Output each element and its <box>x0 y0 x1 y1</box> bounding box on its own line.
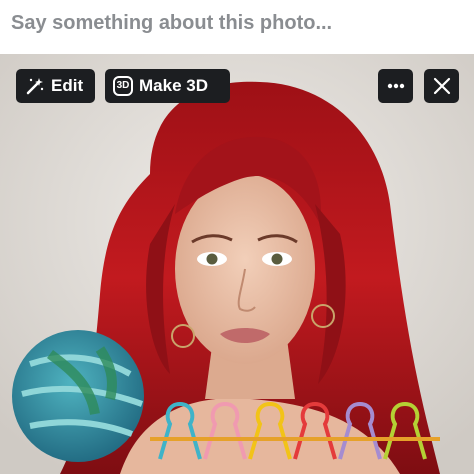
more-options-button[interactable] <box>378 69 413 103</box>
3d-icon: 3D <box>113 76 133 96</box>
edit-label: Edit <box>51 76 84 95</box>
close-icon <box>433 77 450 95</box>
photo-preview <box>0 54 474 474</box>
magic-wand-icon <box>26 78 44 95</box>
caption-input[interactable]: Say something about this photo... <box>11 12 332 35</box>
make-3d-button[interactable]: 3D Make 3D <box>105 69 230 103</box>
portrait-illustration <box>0 54 474 474</box>
close-button[interactable] <box>424 69 459 103</box>
edit-button[interactable]: Edit <box>16 69 95 103</box>
make-3d-label: Make 3D <box>139 76 208 95</box>
more-horizontal-icon <box>387 83 404 89</box>
caption-bar: Say something about this photo... <box>0 0 474 54</box>
